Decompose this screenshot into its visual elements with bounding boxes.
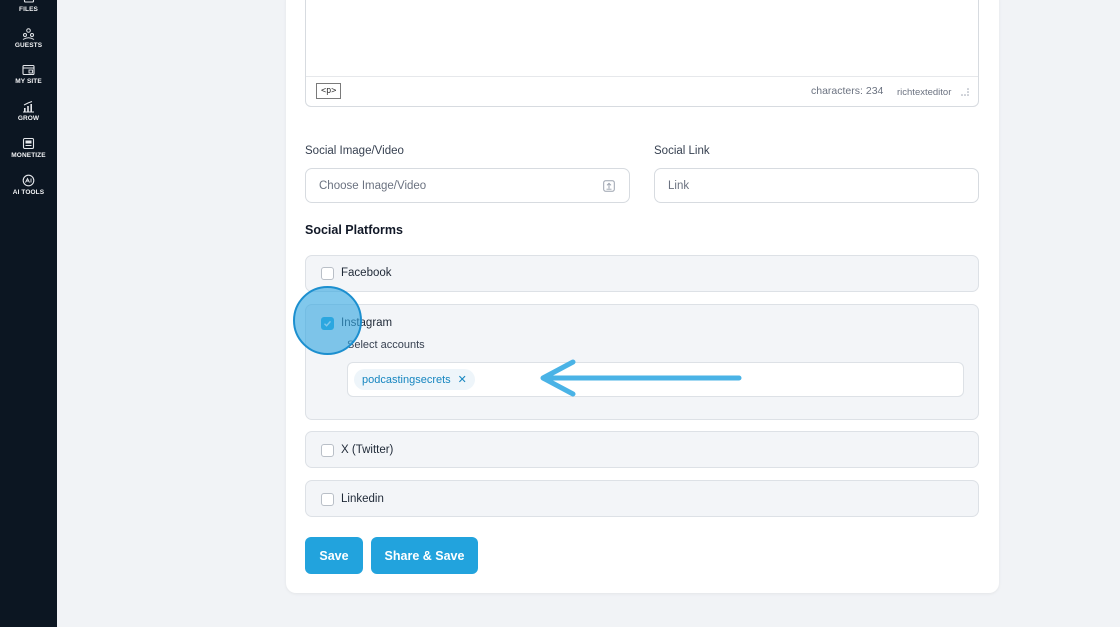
character-count: characters: 234 bbox=[811, 85, 884, 97]
my-site-icon bbox=[22, 64, 35, 76]
sidebar: FILES GUESTS MY SITE GROW MONETIZE AI TO… bbox=[0, 0, 57, 627]
resize-handle-icon[interactable] bbox=[960, 87, 970, 97]
account-chip-label: podcastingsecrets bbox=[362, 373, 451, 386]
nav-guests[interactable]: GUESTS bbox=[0, 27, 57, 49]
guests-icon bbox=[22, 28, 35, 40]
linkedin-checkbox[interactable] bbox=[321, 493, 334, 506]
twitter-checkbox[interactable] bbox=[321, 444, 334, 457]
platform-linkedin[interactable]: Linkedin bbox=[305, 480, 979, 517]
facebook-checkbox[interactable] bbox=[321, 267, 334, 280]
nav-my-site-label: MY SITE bbox=[15, 78, 42, 85]
grow-icon bbox=[23, 101, 34, 113]
social-link-label: Social Link bbox=[654, 145, 710, 157]
social-image-label: Social Image/Video bbox=[305, 145, 404, 157]
files-icon bbox=[23, 0, 34, 3]
nav-grow-label: GROW bbox=[17, 115, 40, 122]
ai-tools-icon bbox=[22, 174, 35, 187]
social-link-input[interactable]: Link bbox=[654, 168, 979, 203]
click-highlight bbox=[293, 286, 362, 355]
platform-facebook[interactable]: Facebook bbox=[305, 255, 979, 292]
platform-twitter[interactable]: X (Twitter) bbox=[305, 431, 979, 468]
share-save-button[interactable]: Share & Save bbox=[371, 537, 478, 574]
nav-ai-tools[interactable]: AI TOOLS bbox=[0, 174, 57, 196]
nav-monetize[interactable]: MONETIZE bbox=[0, 137, 57, 159]
nav-my-site[interactable]: MY SITE bbox=[0, 64, 57, 85]
save-button[interactable]: Save bbox=[305, 537, 363, 574]
nav-grow[interactable]: GROW bbox=[0, 100, 57, 122]
rich-text-editor[interactable]: <p> characters: 234 richtexteditor bbox=[305, 0, 979, 107]
paragraph-tag[interactable]: <p> bbox=[316, 83, 342, 99]
pointer-arrow-icon bbox=[540, 359, 742, 397]
facebook-label: Facebook bbox=[341, 267, 392, 279]
nav-ai-tools-label: AI TOOLS bbox=[12, 189, 45, 196]
editor-status-bar: <p> characters: 234 richtexteditor bbox=[306, 76, 978, 106]
account-chip: podcastingsecrets ✕ bbox=[354, 369, 475, 390]
nav-files[interactable]: FILES bbox=[0, 0, 57, 13]
linkedin-label: Linkedin bbox=[341, 493, 384, 505]
twitter-label: X (Twitter) bbox=[341, 444, 394, 456]
nav-files-label: FILES bbox=[19, 6, 38, 13]
nav-guests-label: GUESTS bbox=[14, 42, 43, 49]
select-accounts-label: Select accounts bbox=[347, 339, 425, 351]
social-platforms-title: Social Platforms bbox=[305, 223, 403, 237]
social-image-picker[interactable]: Choose Image/Video bbox=[305, 168, 630, 203]
editor-brand: richtexteditor bbox=[897, 87, 952, 98]
social-link-placeholder: Link bbox=[668, 179, 690, 192]
nav-monetize-label: MONETIZE bbox=[11, 152, 46, 159]
upload-icon[interactable] bbox=[603, 180, 615, 192]
remove-account-icon[interactable]: ✕ bbox=[458, 373, 467, 386]
social-image-placeholder: Choose Image/Video bbox=[319, 179, 427, 192]
monetize-icon bbox=[22, 137, 35, 150]
